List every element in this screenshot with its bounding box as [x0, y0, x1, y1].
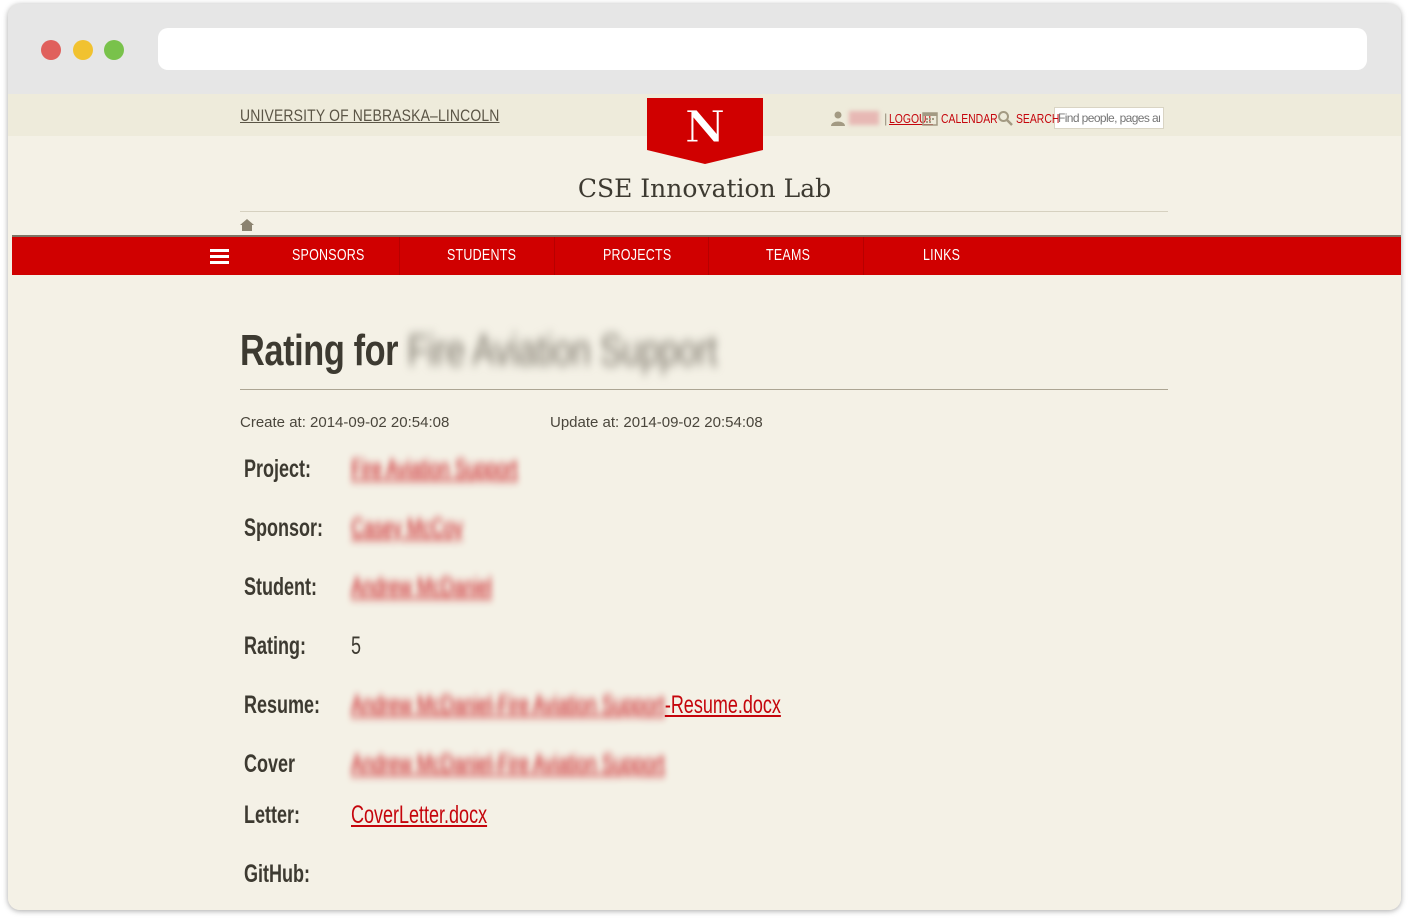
title-subject: Fire Aviation Support: [407, 326, 718, 375]
project-link[interactable]: Fire Aviation Support: [351, 455, 518, 483]
divider: [240, 211, 1168, 212]
nav-divider: [399, 237, 400, 275]
search-label: SEARCH: [1016, 110, 1060, 126]
page: UNIVERSITY OF NEBRASKA–LINCOLN N | LOGOU…: [8, 94, 1401, 910]
site-title[interactable]: CSE Innovation Lab: [8, 174, 1401, 203]
sponsor-value: Casey McCoy: [351, 514, 463, 543]
search-area: SEARCH: [997, 107, 1164, 129]
updated-timestamp: Update at: 2014-09-02 20:54:08: [550, 414, 763, 431]
created-timestamp: Create at: 2014-09-02 20:54:08: [240, 414, 450, 431]
home-icon[interactable]: [239, 218, 255, 232]
hamburger-menu-icon[interactable]: [210, 249, 229, 265]
minimize-window-button[interactable]: [73, 40, 93, 60]
resume-value: Andrew McDaniel-Fire Aviation Support-Re…: [351, 691, 781, 720]
search-input[interactable]: [1054, 107, 1164, 129]
separator: |: [884, 110, 888, 126]
maximize-window-button[interactable]: [104, 40, 124, 60]
sponsor-link[interactable]: Casey McCoy: [351, 514, 463, 542]
resume-link-suffix: -Resume.docx: [664, 691, 781, 719]
nav-teams[interactable]: TEAMS: [766, 247, 810, 265]
page-title: Rating for Fire Aviation Support: [240, 326, 717, 376]
project-label: Project:: [244, 455, 312, 483]
student-label: Student:: [244, 573, 317, 601]
user-name: [849, 111, 879, 125]
logo-letter: N: [685, 102, 725, 153]
address-bar[interactable]: [158, 28, 1367, 70]
unl-logo[interactable]: N: [647, 98, 763, 164]
search-icon[interactable]: [997, 110, 1013, 126]
nav-links[interactable]: LINKS: [923, 247, 960, 265]
nav-divider: [708, 237, 709, 275]
nav-divider: [863, 237, 864, 275]
nav-students[interactable]: STUDENTS: [447, 247, 516, 265]
browser-chrome: [8, 4, 1401, 94]
sponsor-label: Sponsor:: [244, 514, 323, 542]
student-value: Andrew McDaniel: [351, 573, 492, 602]
nav-divider: [554, 237, 555, 275]
nav-projects[interactable]: PROJECTS: [603, 247, 671, 265]
cover-letter-label-line2: Letter:: [244, 801, 301, 829]
student-link[interactable]: Andrew McDaniel: [351, 573, 492, 601]
rating-label: Rating:: [244, 632, 306, 660]
heading-divider: [240, 389, 1168, 390]
main-nav: SPONSORS STUDENTS PROJECTS TEAMS LINKS: [12, 235, 1401, 275]
cover-letter-label-line1: Cover: [244, 750, 296, 778]
resume-label: Resume:: [244, 691, 321, 719]
title-prefix: Rating for: [240, 326, 399, 375]
rating-value: 5: [351, 632, 362, 660]
browser-window: UNIVERSITY OF NEBRASKA–LINCOLN N | LOGOU…: [8, 4, 1401, 910]
cover-letter-value-line2: CoverLetter.docx: [351, 801, 487, 830]
cover-letter-value-line1: Andrew McDaniel-Fire Aviation Support: [351, 750, 665, 779]
cover-letter-link[interactable]: CoverLetter.docx: [351, 801, 487, 829]
nav-sponsors[interactable]: SPONSORS: [292, 247, 365, 265]
project-value: Fire Aviation Support: [351, 455, 518, 484]
calendar-icon: [922, 112, 938, 126]
user-icon: [831, 111, 845, 126]
resume-link[interactable]: Andrew McDaniel-Fire Aviation Support-Re…: [351, 691, 781, 719]
github-label: GitHub:: [244, 860, 310, 888]
resume-link-blurred: Andrew McDaniel-Fire Aviation Support: [351, 691, 665, 719]
cover-letter-link-blurred[interactable]: Andrew McDaniel-Fire Aviation Support: [351, 750, 665, 778]
calendar-label: CALENDAR: [941, 110, 998, 126]
close-window-button[interactable]: [41, 40, 61, 60]
university-link[interactable]: UNIVERSITY OF NEBRASKA–LINCOLN: [240, 106, 500, 126]
